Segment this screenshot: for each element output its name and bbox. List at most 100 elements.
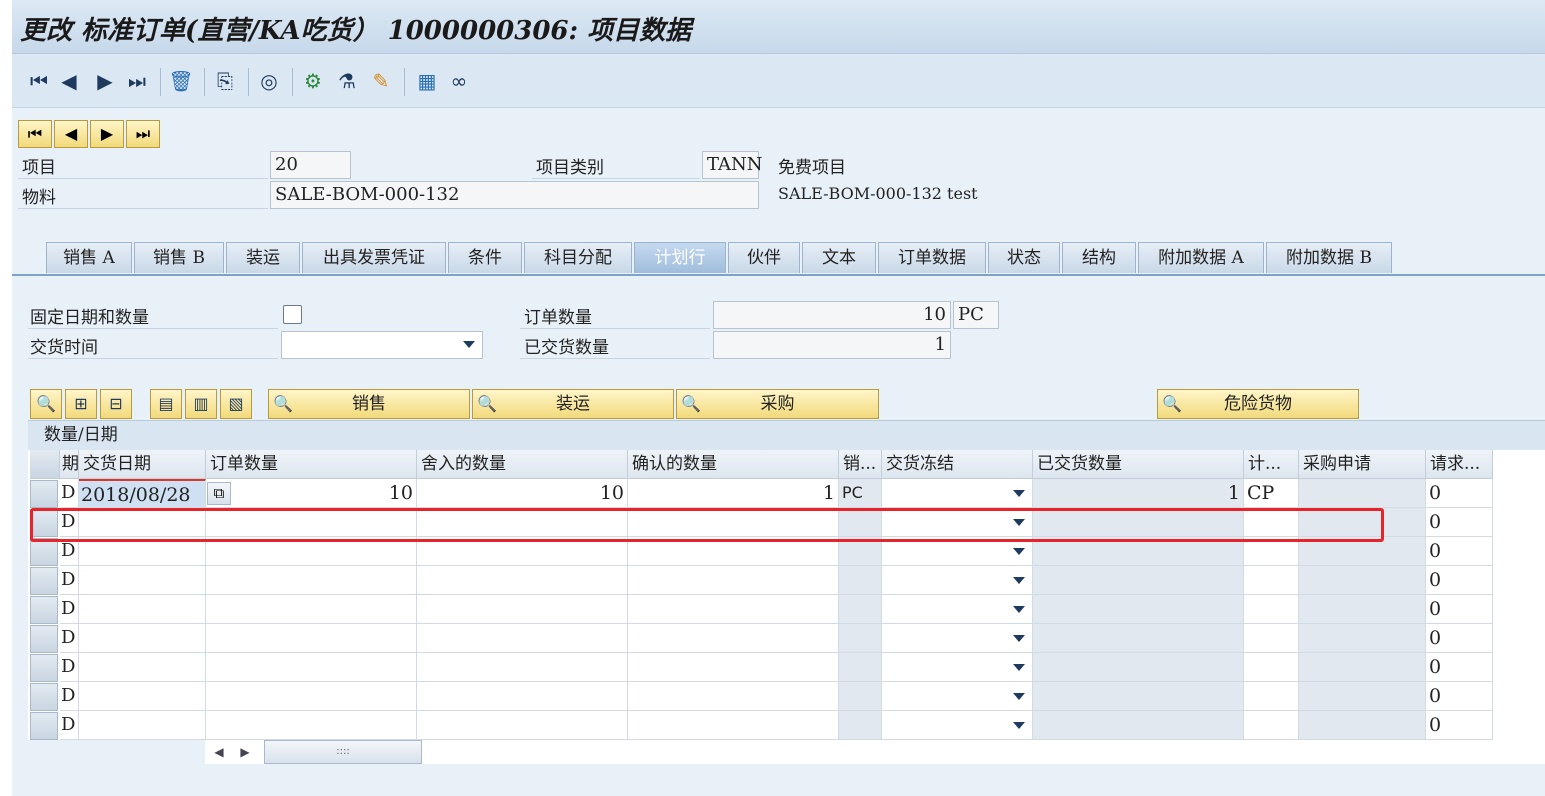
details-button[interactable]: 🔍	[30, 389, 62, 419]
cell-confirmed-quantity[interactable]	[628, 566, 839, 595]
cell-delivery-date[interactable]	[79, 682, 206, 711]
cell-confirmed-quantity[interactable]: 1	[628, 479, 839, 508]
last-page-icon[interactable]: ⏭	[124, 68, 150, 94]
edit-icon[interactable]: ✎	[368, 68, 394, 94]
cell-sales-unit[interactable]: PC	[839, 479, 882, 508]
row-selector[interactable]	[30, 538, 58, 566]
tab-structure[interactable]: 结构	[1062, 242, 1136, 273]
cell-requirement[interactable]: 0	[1426, 624, 1493, 653]
material-field[interactable]: SALE-BOM-000-132	[270, 181, 759, 209]
cell-category[interactable]: D	[60, 711, 79, 740]
next-item-button[interactable]: ▶	[90, 120, 124, 148]
tab-order-data[interactable]: 订单数据	[878, 242, 986, 273]
cell-confirmed-quantity[interactable]	[628, 653, 839, 682]
cell-sales-unit[interactable]	[839, 682, 882, 711]
column-header[interactable]: 请求...	[1426, 450, 1493, 479]
tab-status[interactable]: 状态	[988, 242, 1060, 273]
glasses-icon[interactable]: ∞	[446, 68, 472, 94]
column-header[interactable]: 舍入的数量	[417, 450, 628, 479]
cell-schedule-category[interactable]	[1244, 682, 1299, 711]
cell-category[interactable]: D	[60, 595, 79, 624]
cell-delivered-quantity[interactable]	[1033, 595, 1244, 624]
cell-requirement[interactable]: 0	[1426, 537, 1493, 566]
cell-rounded-quantity[interactable]	[417, 711, 628, 740]
cell-purchase-requisition[interactable]	[1299, 624, 1426, 653]
cell-requirement[interactable]: 0	[1426, 566, 1493, 595]
config-icon[interactable]: ⚙	[300, 68, 326, 94]
next-page-icon[interactable]: ▶	[92, 68, 118, 94]
cell-sales-unit[interactable]	[839, 653, 882, 682]
chevron-down-icon[interactable]	[1013, 722, 1025, 729]
cell-requirement[interactable]: 0	[1426, 653, 1493, 682]
cell-purchase-requisition[interactable]	[1299, 711, 1426, 740]
delivery-time-dropdown[interactable]	[281, 331, 483, 359]
cell-order-quantity[interactable]	[206, 566, 417, 595]
column-header[interactable]: 销...	[839, 450, 882, 479]
cell-schedule-category[interactable]	[1244, 624, 1299, 653]
cell-category[interactable]: D	[60, 653, 79, 682]
cell-category[interactable]: D	[60, 682, 79, 711]
cell-delivery-block[interactable]	[882, 624, 1033, 653]
row-selector[interactable]	[30, 596, 58, 624]
trash-icon[interactable]: 🗑	[168, 68, 194, 94]
row-selector[interactable]	[30, 625, 58, 653]
column-header[interactable]: 已交货数量	[1033, 450, 1244, 479]
cell-purchase-requisition[interactable]	[1299, 653, 1426, 682]
cell-delivered-quantity[interactable]	[1033, 653, 1244, 682]
chevron-down-icon[interactable]	[1013, 577, 1025, 584]
scroll-thumb[interactable]: ::::	[264, 740, 422, 764]
cell-delivery-date[interactable]	[79, 711, 206, 740]
tab-sales-a[interactable]: 销售 A	[46, 242, 132, 273]
cell-requirement[interactable]: 0	[1426, 711, 1493, 740]
cell-sales-unit[interactable]	[839, 595, 882, 624]
cell-schedule-category[interactable]	[1244, 566, 1299, 595]
cell-sales-unit[interactable]	[839, 711, 882, 740]
cell-sales-unit[interactable]	[839, 566, 882, 595]
deselect-all-button[interactable]: ▧	[220, 389, 252, 419]
sales-button[interactable]: 🔍 销售	[268, 389, 470, 419]
cell-order-quantity[interactable]	[206, 595, 417, 624]
item-field[interactable]: 20	[270, 151, 351, 179]
cell-schedule-category[interactable]	[1244, 711, 1299, 740]
cell-purchase-requisition[interactable]	[1299, 479, 1426, 508]
row-selector[interactable]	[30, 567, 58, 595]
delivered-quantity-field[interactable]: 1	[713, 331, 951, 359]
cell-rounded-quantity[interactable]	[417, 595, 628, 624]
cell-purchase-requisition[interactable]	[1299, 595, 1426, 624]
cell-order-quantity[interactable]	[206, 711, 417, 740]
cell-delivery-date[interactable]	[79, 595, 206, 624]
tab-additional-b[interactable]: 附加数据 B	[1266, 242, 1392, 273]
copy-doc-icon[interactable]: ⎘	[212, 68, 238, 94]
flask-icon[interactable]: ⚗	[334, 68, 360, 94]
chevron-down-icon[interactable]	[1013, 606, 1025, 613]
scroll-right-icon[interactable]: ▶	[236, 742, 254, 762]
first-page-icon[interactable]: ⏮	[26, 68, 52, 94]
select-all-button[interactable]: ▤	[150, 389, 182, 419]
cell-delivered-quantity[interactable]	[1033, 566, 1244, 595]
chevron-down-icon[interactable]	[1013, 664, 1025, 671]
cell-rounded-quantity[interactable]	[417, 653, 628, 682]
cell-confirmed-quantity[interactable]	[628, 682, 839, 711]
cell-rounded-quantity[interactable]	[417, 682, 628, 711]
cell-requirement[interactable]: 0	[1426, 595, 1493, 624]
cell-order-quantity[interactable]	[206, 682, 417, 711]
cell-delivery-date[interactable]	[79, 653, 206, 682]
last-item-button[interactable]: ⏭	[126, 120, 160, 148]
row-selector[interactable]	[30, 683, 58, 711]
order-quantity-field[interactable]: 10	[713, 301, 951, 329]
column-header[interactable]: 期	[60, 450, 79, 479]
purchasing-button[interactable]: 🔍 采购	[676, 389, 879, 419]
cell-delivery-block[interactable]	[882, 711, 1033, 740]
cell-schedule-category[interactable]	[1244, 595, 1299, 624]
cell-rounded-quantity[interactable]	[417, 624, 628, 653]
tab-additional-a[interactable]: 附加数据 A	[1138, 242, 1264, 273]
tab-sales-b[interactable]: 销售 B	[134, 242, 224, 273]
row-selector[interactable]	[30, 712, 58, 740]
cell-order-quantity[interactable]	[206, 624, 417, 653]
shipping-button[interactable]: 🔍 装运	[472, 389, 674, 419]
dangerous-goods-button[interactable]: 🔍 危险货物	[1157, 389, 1359, 419]
item-category-field[interactable]: TANN	[702, 151, 763, 179]
column-header[interactable]: 订单数量	[206, 450, 417, 479]
cell-sales-unit[interactable]	[839, 624, 882, 653]
cell-order-quantity[interactable]: 10	[206, 479, 417, 508]
